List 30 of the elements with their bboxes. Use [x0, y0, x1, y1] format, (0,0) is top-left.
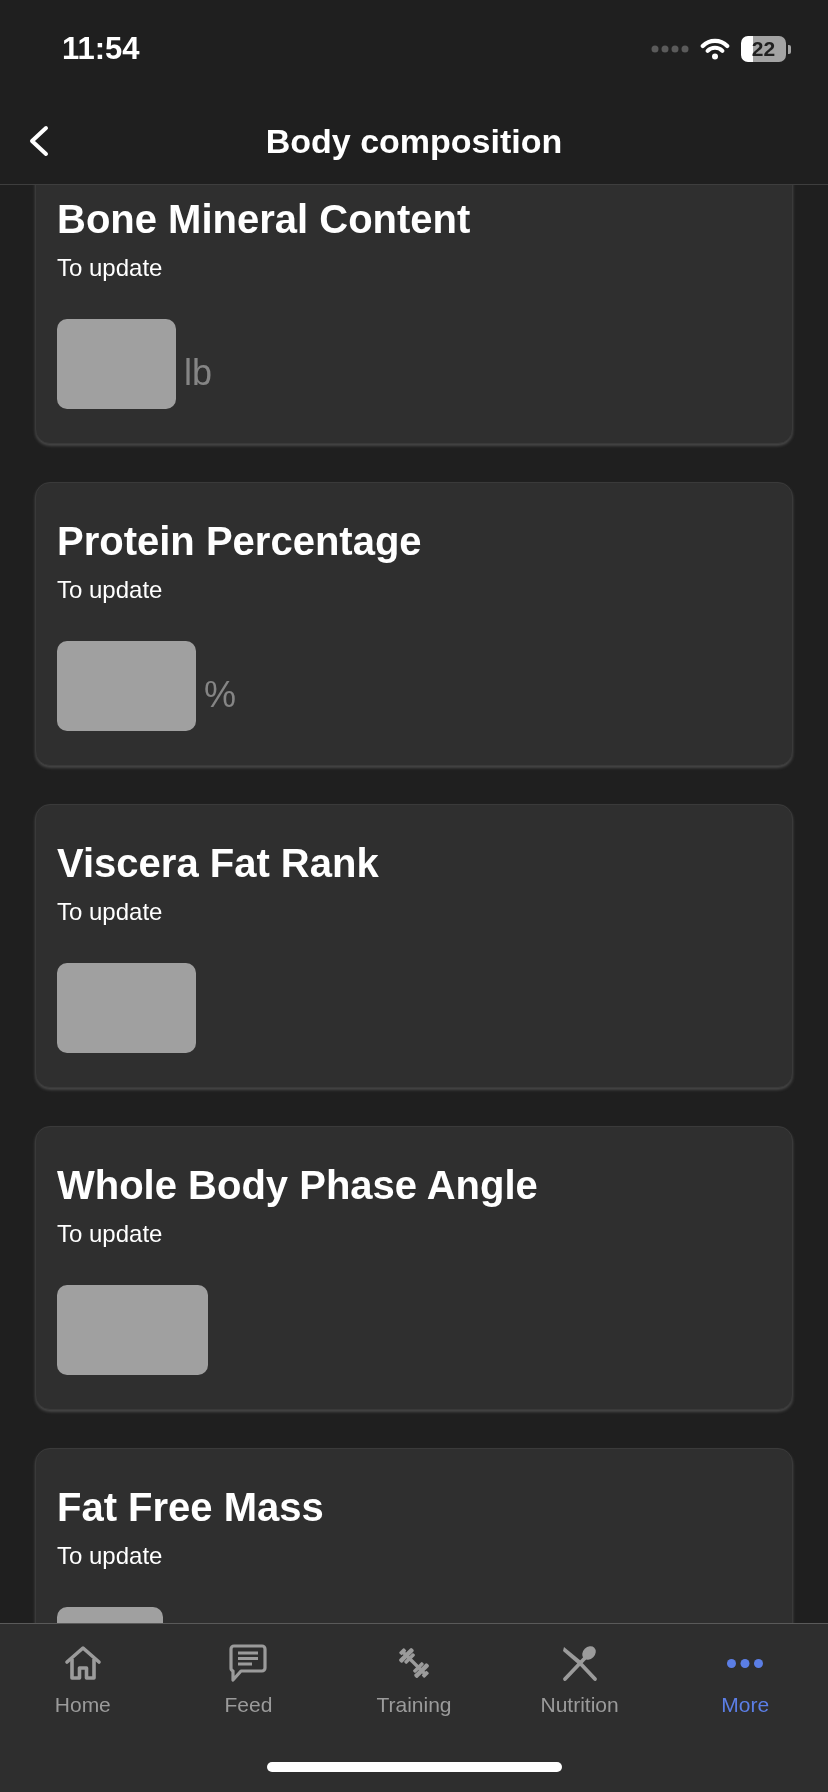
metric-title: Viscera Fat Rank — [57, 840, 379, 887]
value-field[interactable] — [57, 319, 176, 409]
value-field[interactable] — [57, 1285, 208, 1375]
unit-label: % — [204, 677, 236, 713]
update-status-text: To update — [57, 575, 163, 605]
wifi-icon — [700, 38, 730, 60]
tab-bar-item[interactable]: Feed — [165, 1624, 332, 1717]
chevron-left-icon — [27, 125, 49, 157]
status-time: 11:54 — [62, 31, 140, 67]
unit-label: lb — [184, 355, 213, 391]
update-status-text: To update — [57, 897, 163, 927]
home-icon — [63, 1645, 102, 1681]
value-field[interactable] — [57, 641, 196, 731]
metric-title: Fat Free Mass — [57, 1484, 324, 1531]
tab-bar-item[interactable]: Nutrition — [496, 1624, 663, 1717]
back-button[interactable] — [27, 125, 49, 157]
update-status-text: To update — [57, 1219, 163, 1249]
ellipsis-icon — [727, 1658, 764, 1668]
tab-bar-item[interactable]: More — [662, 1624, 828, 1717]
value-field[interactable] — [57, 963, 196, 1053]
update-status-text: To update — [57, 253, 163, 283]
page-title: Body composition — [265, 121, 563, 161]
metric-title: Whole Body Phase Angle — [57, 1162, 538, 1209]
metric-title: Bone Mineral Content — [57, 196, 471, 243]
tab-bar-item[interactable]: Training — [331, 1624, 497, 1717]
metric-title: Protein Percentage — [57, 518, 422, 565]
chat-bubble-icon — [228, 1643, 269, 1683]
tab-bar-item[interactable]: Home — [0, 1624, 166, 1717]
update-status-text: To update — [57, 1541, 163, 1571]
signal-dots-icon — [651, 45, 689, 53]
